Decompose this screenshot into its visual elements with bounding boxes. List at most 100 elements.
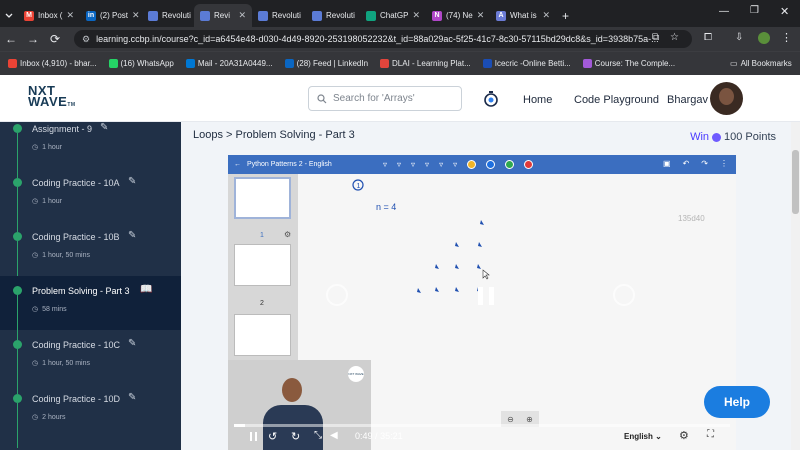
bookmark-item[interactable]: Inbox (4,910) - bhar... bbox=[8, 59, 97, 68]
edit-icon[interactable]: ✎ bbox=[128, 230, 136, 241]
help-button[interactable]: Help bbox=[704, 386, 770, 418]
sidebar-item[interactable]: Problem Solving - Part 3 📖 ◷ 58 mins bbox=[0, 276, 181, 340]
install-icon[interactable]: ⧉ bbox=[652, 32, 659, 43]
all-bookmarks-folder[interactable]: ▭ All Bookmarks bbox=[730, 59, 792, 68]
tab-close-icon[interactable]: ✕ bbox=[477, 10, 485, 21]
edit-icon[interactable]: ✎ bbox=[128, 338, 136, 349]
book-icon[interactable]: 📖 bbox=[140, 284, 152, 295]
tab-overview-button[interactable] bbox=[0, 4, 18, 27]
page-thumbnail[interactable] bbox=[234, 314, 291, 356]
star-pattern bbox=[417, 220, 484, 293]
undo-icon[interactable]: ↶ bbox=[683, 159, 690, 168]
url-bar[interactable]: ⚙ learning.ccbp.in/course?c_id=a6454e48-… bbox=[74, 30, 692, 48]
page-thumbnail[interactable] bbox=[234, 244, 291, 286]
pen-color-swatch[interactable] bbox=[524, 160, 534, 169]
browser-tab[interactable]: Revoluti✕ bbox=[252, 4, 306, 27]
profile-icon[interactable] bbox=[758, 32, 770, 44]
bookmark-item[interactable]: Icecric -Online Betti... bbox=[482, 59, 571, 68]
tab-close-icon[interactable]: ✕ bbox=[66, 10, 74, 21]
browser-tab[interactable]: ChatGP ✕ bbox=[360, 4, 426, 27]
select-tool-icon[interactable]: ▿ bbox=[383, 160, 387, 169]
window-maximize-icon[interactable]: ❐ bbox=[750, 5, 759, 16]
forward-icon[interactable]: ↻ bbox=[291, 430, 300, 443]
pen-tool-icon[interactable]: ▿ bbox=[397, 160, 401, 169]
star-icon[interactable]: ☆ bbox=[670, 32, 679, 43]
user-name[interactable]: Bhargav bbox=[667, 94, 708, 106]
clock-icon: ◷ bbox=[32, 198, 39, 205]
bookmark-item[interactable]: Course: The Comple... bbox=[582, 59, 675, 68]
forward-10-icon[interactable] bbox=[613, 284, 635, 306]
seek-bar[interactable] bbox=[234, 424, 730, 427]
pause-icon[interactable] bbox=[250, 432, 257, 441]
browser-tab[interactable]: Revoluti✕ bbox=[142, 4, 194, 27]
edit-icon[interactable]: ✎ bbox=[128, 392, 136, 403]
edit-icon[interactable]: ✎ bbox=[100, 122, 108, 133]
nxtwave-logo[interactable]: NXT WAVETM bbox=[28, 84, 76, 111]
fullscreen-icon[interactable]: ⛶ bbox=[707, 429, 714, 440]
search-input[interactable]: Search for 'Arrays' bbox=[308, 86, 462, 111]
highlighter-tool-icon[interactable]: ▿ bbox=[411, 160, 415, 169]
browser-tab[interactable]: in (2) Post ✕ bbox=[80, 4, 142, 27]
volume-icon[interactable]: ◀ bbox=[330, 430, 338, 441]
fullscreen-exit-icon[interactable]: ⤡ bbox=[314, 430, 322, 441]
eraser-tool-icon[interactable]: ▿ bbox=[439, 160, 443, 169]
page-scrollbar[interactable] bbox=[791, 122, 800, 450]
tab-close-icon[interactable]: ✕ bbox=[132, 10, 140, 21]
video-player[interactable]: ← Python Patterns 2 - English ▿ ▿ ▿ ▿ ▿ ▿ ▣ ↶… bbox=[228, 155, 736, 450]
sidebar-item[interactable]: Coding Practice - 10C ✎ ◷ 1 hour, 50 mins bbox=[0, 330, 181, 394]
extensions-icon[interactable]: ⧠ bbox=[704, 32, 712, 43]
bookmark-item[interactable]: (16) WhatsApp bbox=[108, 59, 174, 68]
tab-close-icon[interactable]: ✕ bbox=[412, 10, 420, 21]
sidebar-item-duration: ◷ 1 hour bbox=[32, 143, 62, 152]
tab-close-icon[interactable]: ✕ bbox=[238, 10, 246, 21]
back-arrow-icon[interactable]: ← bbox=[234, 161, 241, 168]
browser-tab[interactable]: M Inbox (✕ bbox=[18, 4, 80, 27]
bookmark-item[interactable]: DLAI - Learning Plat... bbox=[380, 59, 471, 68]
big-pause-icon[interactable] bbox=[478, 287, 494, 305]
bookmark-item[interactable]: Mail - 20A31A0449... bbox=[185, 59, 273, 68]
browser-tab[interactable]: A What is ✕ bbox=[490, 4, 556, 27]
shape-tool-icon[interactable]: ▿ bbox=[425, 160, 429, 169]
forward-icon[interactable]: → bbox=[22, 32, 44, 46]
site-info-icon[interactable]: ⚙ bbox=[82, 34, 90, 45]
sidebar-item[interactable]: Assignment - 9 ✎ ◷ 1 hour bbox=[0, 122, 181, 178]
reload-icon[interactable]: ⟳ bbox=[44, 32, 66, 46]
browser-tab[interactable]: N (74) Ne ✕ bbox=[426, 4, 490, 27]
page-icon bbox=[312, 10, 322, 21]
laser-tool-icon[interactable]: ▿ bbox=[453, 160, 457, 169]
present-icon[interactable]: ▣ bbox=[663, 159, 671, 168]
browser-tab[interactable]: Revoluti✕ bbox=[306, 4, 360, 27]
browser-tab[interactable]: Revi ✕ bbox=[194, 4, 252, 27]
new-tab-button[interactable]: + bbox=[556, 4, 576, 27]
settings-icon[interactable]: ⚙ bbox=[679, 429, 689, 442]
language-select[interactable]: English ⌄ bbox=[624, 432, 662, 441]
window-minimize-icon[interactable]: — bbox=[719, 6, 729, 17]
scrollbar-thumb[interactable] bbox=[792, 150, 799, 214]
nav-code-playground-link[interactable]: Code Playground bbox=[574, 94, 659, 106]
streak-timer-icon[interactable] bbox=[483, 90, 499, 107]
redo-icon[interactable]: ↷ bbox=[701, 159, 708, 168]
zoom-in-icon[interactable]: ⊕ bbox=[526, 415, 533, 424]
win-points: Win 100 Points bbox=[690, 131, 776, 143]
pen-color-swatch[interactable] bbox=[467, 160, 477, 169]
page-thumbnail[interactable] bbox=[234, 177, 291, 219]
tab-close-icon[interactable]: ✕ bbox=[542, 10, 550, 21]
sidebar-item[interactable]: Coding Practice - 10D ✎ ◷ 2 hours bbox=[0, 384, 181, 448]
bookmark-item[interactable]: (28) Feed | LinkedIn bbox=[284, 59, 368, 68]
rewind-10-icon[interactable] bbox=[326, 284, 348, 306]
avatar[interactable] bbox=[710, 82, 743, 115]
download-icon[interactable]: ⇩ bbox=[735, 32, 743, 43]
rewind-icon[interactable]: ↺ bbox=[268, 430, 277, 443]
page-settings-icon[interactable]: ⚙ bbox=[284, 230, 291, 239]
more-icon[interactable]: ⋮ bbox=[720, 159, 728, 168]
sidebar-item[interactable]: Coding Practice - 10A ✎ ◷ 1 hour bbox=[0, 168, 181, 232]
edit-icon[interactable]: ✎ bbox=[128, 176, 136, 187]
nav-home-link[interactable]: Home bbox=[523, 94, 552, 106]
pen-color-swatch[interactable] bbox=[505, 160, 515, 169]
sidebar-item[interactable]: Coding Practice - 10B ✎ ◷ 1 hour, 50 mins bbox=[0, 222, 181, 286]
back-icon[interactable]: ← bbox=[0, 32, 22, 46]
window-close-icon[interactable]: ✕ bbox=[780, 5, 789, 18]
pen-color-swatch[interactable] bbox=[486, 160, 496, 169]
zoom-out-icon[interactable]: ⊖ bbox=[507, 415, 514, 424]
menu-icon[interactable]: ⋮ bbox=[781, 31, 792, 44]
